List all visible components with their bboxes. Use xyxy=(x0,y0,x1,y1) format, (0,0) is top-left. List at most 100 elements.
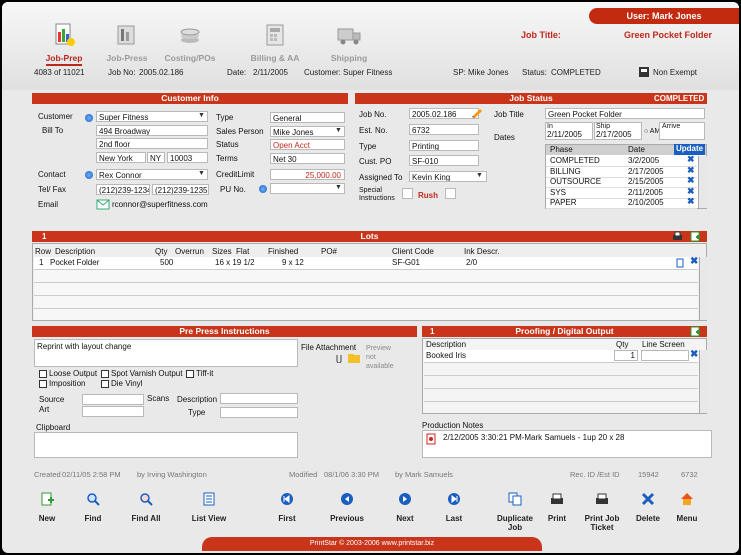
chevron-down-icon[interactable]: ▼ xyxy=(476,172,483,179)
proof-line-screen[interactable] xyxy=(641,350,689,361)
contact-field[interactable]: Rex Connor xyxy=(96,169,208,180)
new-button[interactable]: New xyxy=(22,492,72,523)
delete-phase-icon[interactable]: ✖ xyxy=(687,196,695,207)
arrive-field[interactable]: Arrive xyxy=(659,122,705,140)
clipboard-field[interactable] xyxy=(34,432,298,458)
address-line-2[interactable]: 2nd floor xyxy=(96,138,208,149)
source-field[interactable] xyxy=(82,394,144,405)
spot-varnish-checkbox[interactable]: Spot Varnish Output xyxy=(101,369,182,378)
art-field[interactable] xyxy=(82,406,144,417)
customer-field[interactable]: Super Fitness xyxy=(96,111,208,122)
delete-proof-icon[interactable]: ✖ xyxy=(690,349,698,360)
tab-shipping[interactable]: Shipping xyxy=(319,22,379,63)
job-no-field[interactable]: 2005.02.186 xyxy=(409,108,479,119)
state-field[interactable]: NY xyxy=(147,152,165,163)
delete-phase-icon[interactable]: ✖ xyxy=(687,154,695,165)
sales-person-field[interactable]: Mike Jones xyxy=(270,126,345,137)
in-date-field[interactable]: In 2/11/2005 xyxy=(545,122,593,140)
chevron-down-icon[interactable]: ▼ xyxy=(335,127,342,134)
pencil-icon[interactable] xyxy=(471,106,483,118)
last-button[interactable]: Last xyxy=(429,492,479,523)
tab-job-press[interactable]: Job-Press xyxy=(97,22,157,63)
pu-no-field[interactable] xyxy=(270,183,345,194)
lots-scrollbar[interactable] xyxy=(699,257,708,320)
cust-po-field[interactable]: SF-010 xyxy=(409,155,479,166)
delete-phase-icon[interactable]: ✖ xyxy=(687,165,695,176)
table-row[interactable] xyxy=(34,309,698,320)
rush-box[interactable] xyxy=(445,188,456,199)
chevron-down-icon[interactable]: ▼ xyxy=(335,184,342,191)
delete-lot-icon[interactable]: ✖ xyxy=(690,256,698,267)
globe-icon[interactable] xyxy=(85,171,93,179)
table-row[interactable] xyxy=(424,363,698,376)
table-row[interactable] xyxy=(34,270,698,283)
imposition-checkbox[interactable]: Imposition xyxy=(39,379,85,388)
tab-billing[interactable]: Billing & AA xyxy=(245,22,305,63)
phase-row[interactable]: SYS 2/11/2005 ✖ xyxy=(546,186,697,199)
next-button[interactable]: Next xyxy=(380,492,430,523)
phase-row[interactable]: BILLING 2/17/2005 ✖ xyxy=(546,165,697,178)
table-row[interactable] xyxy=(34,296,698,309)
tiff-it-checkbox[interactable]: Tiff-it xyxy=(186,369,213,378)
previous-icon xyxy=(341,493,353,505)
print-icon[interactable] xyxy=(672,231,683,242)
job-title-label: Job Title xyxy=(494,110,524,119)
die-vinyl-checkbox[interactable]: Die Vinyl xyxy=(101,379,142,388)
terms-field[interactable]: Net 30 xyxy=(270,153,345,164)
phase-row[interactable]: COMPLETED 3/2/2005 ✖ xyxy=(546,154,697,167)
job-title-field[interactable]: Green Pocket Folder xyxy=(545,108,705,119)
chevron-down-icon[interactable]: ▼ xyxy=(198,170,205,177)
account-status-field[interactable]: Open Acct xyxy=(270,139,345,150)
delete-phase-icon[interactable]: ✖ xyxy=(687,186,695,197)
menu-button[interactable]: Menu xyxy=(662,492,712,523)
first-button[interactable]: First xyxy=(262,492,312,523)
globe-icon[interactable] xyxy=(259,185,267,193)
est-no-field[interactable]: 6732 xyxy=(409,124,479,135)
print-job-ticket-button[interactable]: Print Job Ticket xyxy=(577,492,627,532)
phase-row[interactable]: PAPER 2/10/2005 ✖ xyxy=(546,196,697,209)
job-type-field[interactable]: Printing xyxy=(409,140,479,151)
globe-icon[interactable] xyxy=(85,114,93,122)
zip-field[interactable]: 10003 xyxy=(167,152,208,163)
table-row[interactable]: 1 Pocket Folder 500 16 x 19 1/2 9 x 12 S… xyxy=(34,256,698,270)
folder-icon[interactable] xyxy=(348,352,360,363)
address-line-1[interactable]: 494 Broadway xyxy=(96,125,208,136)
loose-output-checkbox[interactable]: Loose Output xyxy=(39,369,97,378)
document-icon[interactable] xyxy=(675,258,685,268)
print-button[interactable]: Print xyxy=(532,492,582,523)
add-lot-icon[interactable] xyxy=(690,231,701,242)
description-field[interactable] xyxy=(220,393,298,404)
tab-costing[interactable]: Costing/POs xyxy=(160,22,220,63)
delete-phase-icon[interactable]: ✖ xyxy=(687,175,695,186)
find-button[interactable]: Find xyxy=(68,492,118,523)
production-notes-box[interactable]: 2/12/2005 3:30:21 PM-Mark Samuels - 1up … xyxy=(422,430,712,458)
type-field[interactable] xyxy=(220,407,298,418)
email-icon[interactable] xyxy=(96,198,110,210)
special-instructions-box[interactable] xyxy=(402,188,413,199)
list-view-button[interactable]: List View xyxy=(184,492,234,523)
previous-button[interactable]: Previous xyxy=(322,492,372,523)
tab-job-prep[interactable]: Job-Prep xyxy=(34,22,94,66)
add-proof-icon[interactable] xyxy=(690,326,701,337)
find-all-button[interactable]: Find All xyxy=(121,492,171,523)
phase-scrollbar[interactable] xyxy=(698,156,707,208)
type-field[interactable]: General xyxy=(270,112,345,123)
phase-row[interactable]: OUTSOURCE 2/15/2005 ✖ xyxy=(546,175,697,188)
table-row[interactable] xyxy=(424,376,698,389)
am-radio[interactable]: ○ AM xyxy=(644,128,660,135)
credit-limit-field[interactable]: 25,000.00 xyxy=(270,169,345,180)
paperclip-icon[interactable] xyxy=(334,353,344,363)
table-row[interactable] xyxy=(424,389,698,402)
chevron-down-icon[interactable]: ▼ xyxy=(198,112,205,119)
proof-qty[interactable]: 1 xyxy=(614,350,638,361)
table-row[interactable] xyxy=(34,283,698,296)
proofing-scrollbar[interactable] xyxy=(699,350,708,413)
tel-field[interactable]: (212)239-1234 xyxy=(96,184,150,195)
table-row[interactable]: Booked Iris 1 ✖ xyxy=(424,349,698,363)
printer-icon xyxy=(551,493,563,504)
fax-field[interactable]: (212)239-1235 xyxy=(152,184,209,195)
city-field[interactable]: New York xyxy=(96,152,146,163)
ship-date-field[interactable]: Ship 2/17/2005 xyxy=(594,122,642,140)
prepress-notes[interactable]: Reprint with layout change xyxy=(34,339,298,367)
email-value[interactable]: rconnor@superfitness.com xyxy=(112,200,208,209)
